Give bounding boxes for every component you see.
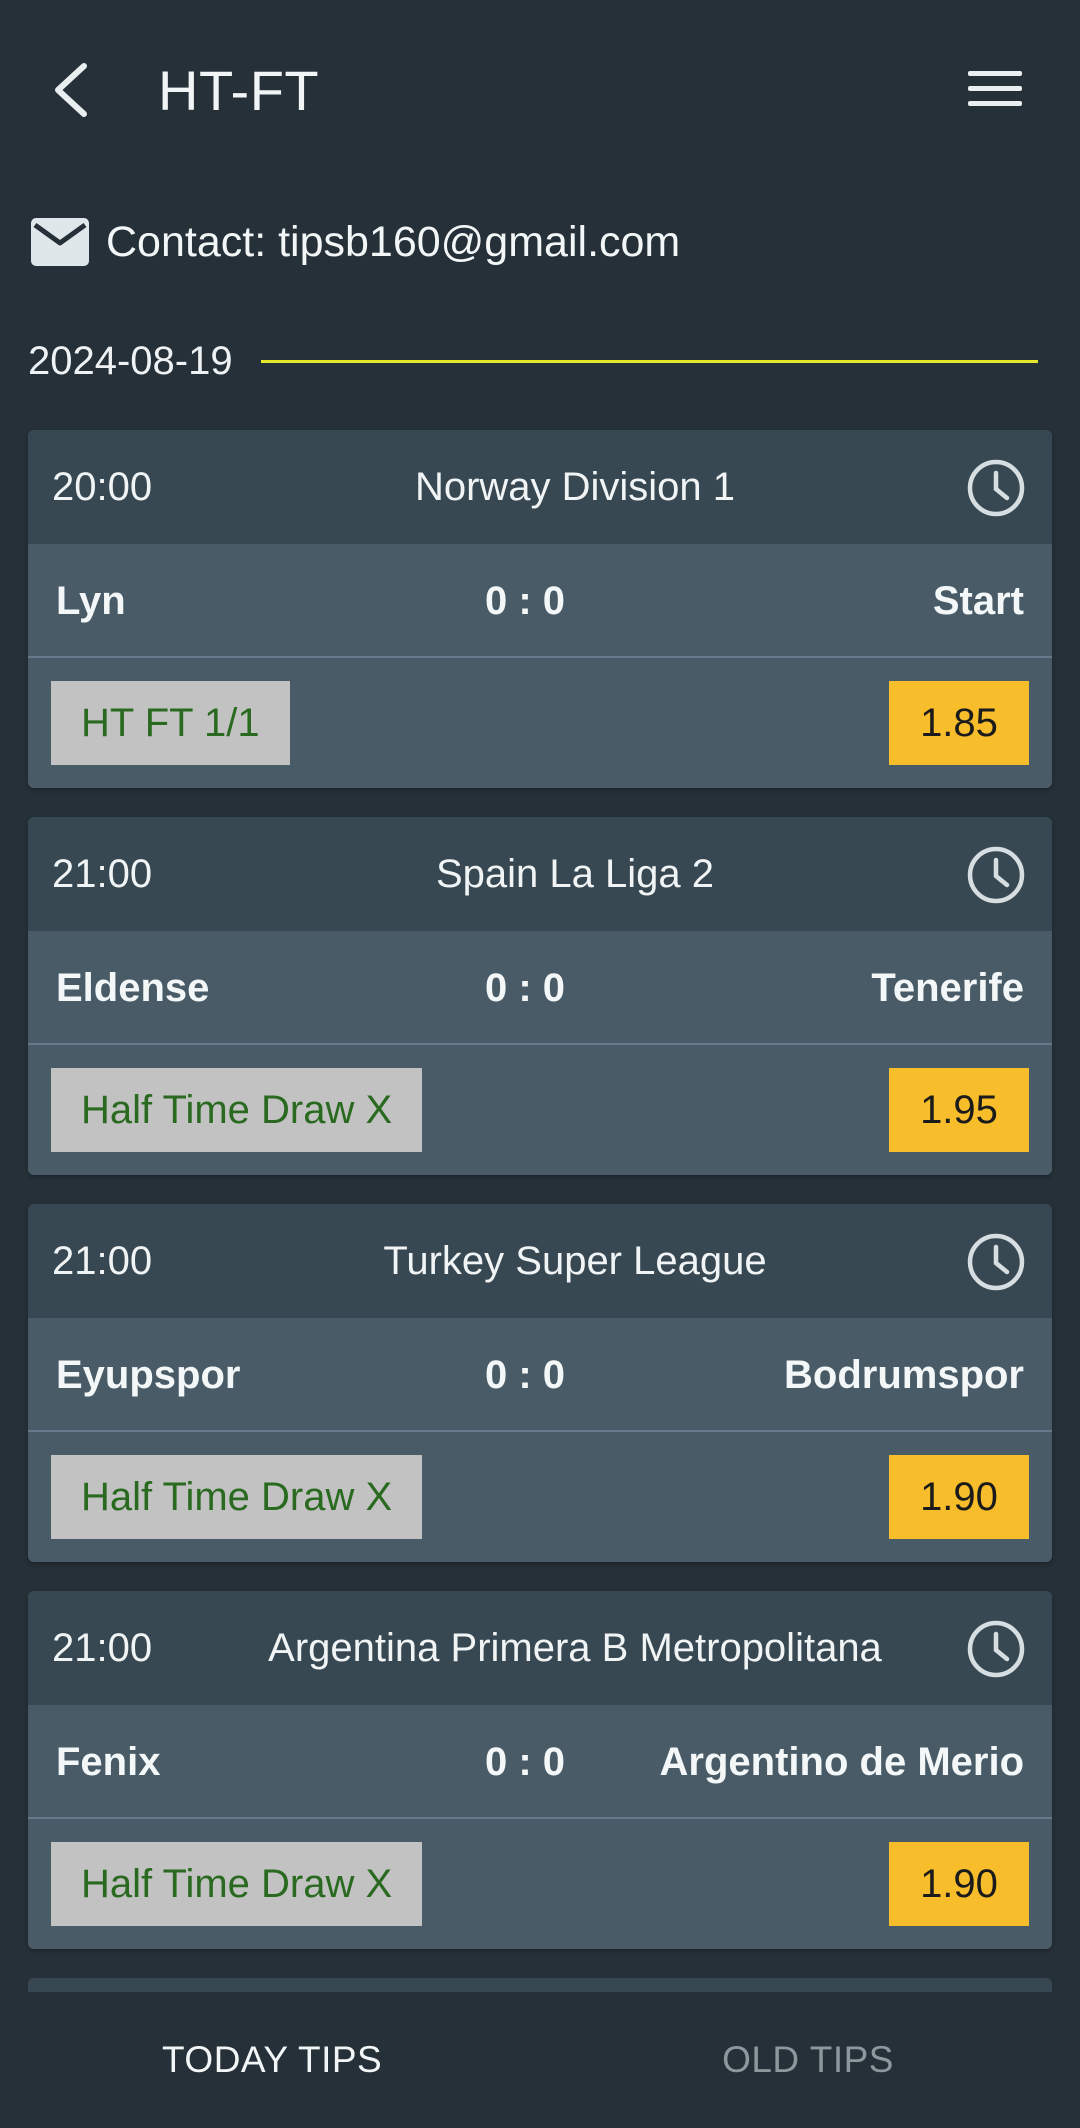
tab-old-tips[interactable]: OLD TIPS (528, 1992, 1080, 2128)
clock-icon (967, 846, 1025, 904)
match-card[interactable]: 21:00 Turkey Super League Eyupspor 0 : 0… (28, 1204, 1052, 1562)
mail-icon (31, 218, 89, 266)
match-list: 20:00 Norway Division 1 Lyn 0 : 0 Start … (28, 430, 1052, 2008)
away-team: Argentino de Merio (659, 1740, 1024, 1784)
tab-today-tips[interactable]: TODAY TIPS (0, 1992, 528, 2128)
teams-row: Lyn 0 : 0 Start (28, 544, 1052, 658)
match-time: 21:00 (52, 1626, 153, 1670)
tip-badge: Half Time Draw X (51, 1842, 423, 1926)
score: 0 : 0 (484, 579, 566, 623)
league-name: Spain La Liga 2 (435, 852, 714, 896)
chevron-left-icon (55, 63, 87, 117)
match-card[interactable]: 20:00 Norway Division 1 Lyn 0 : 0 Start … (28, 430, 1052, 788)
contact-text: Contact: tipsb160@gmail.com (106, 217, 681, 266)
teams-row: Eldense 0 : 0 Tenerife (28, 931, 1052, 1045)
date-label: 2024-08-19 (28, 338, 233, 383)
match-card-header: 20:00 Norway Division 1 (28, 430, 1052, 544)
clock-icon (967, 1620, 1025, 1678)
tip-badge: HT FT 1/1 (51, 681, 290, 765)
tip-row: Half Time Draw X 1.90 (28, 1432, 1052, 1562)
date-header: 2024-08-19 (28, 336, 1038, 386)
menu-button[interactable] (960, 54, 1030, 124)
league-name: Norway Division 1 (414, 465, 736, 509)
tip-badge: Half Time Draw X (51, 1068, 423, 1152)
bottom-tab-bar: TODAY TIPS OLD TIPS (0, 1992, 1080, 2128)
away-team: Tenerife (871, 966, 1024, 1010)
date-divider (260, 359, 1038, 363)
league-name: Turkey Super League (383, 1239, 767, 1283)
clock-icon (967, 1233, 1025, 1291)
contact-link[interactable]: Contact: tipsb160@gmail.com (30, 210, 680, 274)
tip-row: Half Time Draw X 1.90 (28, 1819, 1052, 1949)
odds-badge: 1.85 (889, 681, 1029, 765)
odds-badge: 1.90 (889, 1842, 1029, 1926)
hamburger-menu-icon (968, 71, 1022, 106)
match-card[interactable]: 21:00 Argentina Primera B Metropolitana … (28, 1591, 1052, 1949)
odds-badge: 1.95 (889, 1068, 1029, 1152)
tip-badge: Half Time Draw X (51, 1455, 423, 1539)
away-team: Start (932, 579, 1024, 623)
match-card-header: 21:00 Turkey Super League (28, 1204, 1052, 1318)
match-time: 21:00 (52, 852, 153, 896)
tip-row: Half Time Draw X 1.95 (28, 1045, 1052, 1175)
away-team: Bodrumspor (784, 1353, 1024, 1397)
back-button[interactable] (30, 50, 110, 130)
league-name: Argentina Primera B Metropolitana (268, 1626, 882, 1670)
match-time: 20:00 (52, 465, 153, 509)
odds-badge: 1.90 (889, 1455, 1029, 1539)
tip-row: HT FT 1/1 1.85 (28, 658, 1052, 788)
match-time: 21:00 (52, 1239, 153, 1283)
app-screen: HT-FT Contact: tipsb160@gmail.com 2024-0… (0, 0, 1080, 2128)
match-card[interactable]: 21:00 Spain La Liga 2 Eldense 0 : 0 Tene… (28, 817, 1052, 1175)
top-app-bar: HT-FT (0, 0, 1080, 180)
teams-row: Fenix 0 : 0 Argentino de Merio (28, 1705, 1052, 1819)
teams-row: Eyupspor 0 : 0 Bodrumspor (28, 1318, 1052, 1432)
match-card-header: 21:00 Argentina Primera B Metropolitana (28, 1591, 1052, 1705)
match-card-header: 21:00 Spain La Liga 2 (28, 817, 1052, 931)
clock-icon (967, 459, 1025, 517)
page-title: HT-FT (158, 59, 320, 122)
